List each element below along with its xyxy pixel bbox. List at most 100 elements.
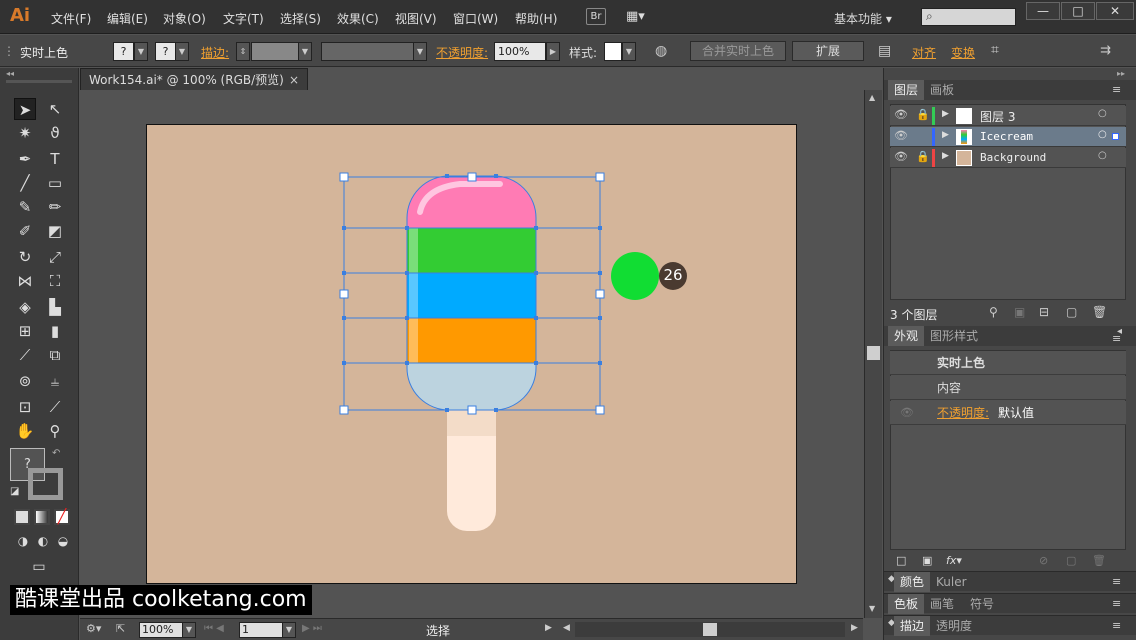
pencil-tool-icon[interactable]: ✏	[44, 196, 66, 218]
target-circle-icon[interactable]: ○	[1098, 108, 1107, 119]
eyedropper-tool-icon[interactable]: ⟋	[14, 344, 36, 366]
expand-button[interactable]: 扩展	[792, 41, 864, 61]
clipping-mask-icon[interactable]: ▣	[1014, 305, 1025, 319]
share-icon[interactable]: ⇱	[116, 622, 125, 635]
lock-icon[interactable]: 🔒	[916, 150, 930, 163]
shape-builder-tool-icon[interactable]: ◈	[14, 296, 36, 318]
add-stroke-icon[interactable]: □	[896, 554, 906, 567]
visibility-eye-icon[interactable]: 👁	[900, 401, 914, 425]
scroll-thumb[interactable]	[867, 346, 880, 360]
recolor-icon[interactable]: ◍	[655, 43, 667, 59]
draw-inside-icon[interactable]: ◒	[52, 530, 74, 552]
hscroll-left-icon[interactable]: ◀	[563, 623, 570, 633]
menu-window[interactable]: 窗口(W)	[453, 10, 498, 27]
clear-appearance-icon[interactable]: ⊘	[1039, 554, 1048, 567]
target-circle-icon[interactable]: ○	[1098, 129, 1107, 140]
expand-triangle-icon[interactable]: ▶	[942, 109, 949, 119]
menu-select[interactable]: 选择(S)	[280, 10, 321, 27]
stroke-label[interactable]: 描边:	[201, 44, 229, 61]
variable-width-field[interactable]	[321, 42, 414, 61]
scale-tool-icon[interactable]: ⤢	[44, 246, 66, 268]
tab-symbols[interactable]: 符号	[964, 594, 1000, 614]
stroke-menu-icon[interactable]: ≡	[1112, 619, 1121, 632]
align-label[interactable]: 对齐	[912, 44, 936, 61]
stroke-color-box[interactable]	[28, 468, 63, 500]
document-tab[interactable]: Work154.ai* @ 100% (RGB/预览) ×	[80, 68, 308, 90]
transform-label[interactable]: 变换	[951, 44, 975, 61]
view-icon[interactable]: ⚙▾	[86, 622, 101, 635]
layer-name[interactable]: Background	[980, 151, 1046, 164]
control-menu-icon[interactable]: ⇉	[1100, 43, 1111, 58]
perspective-grid-tool-icon[interactable]: ▙	[44, 296, 66, 318]
free-transform-tool-icon[interactable]: ⛶	[44, 270, 66, 292]
swap-colors-icon[interactable]: ↶	[52, 448, 60, 459]
close-tab-icon[interactable]: ×	[289, 69, 299, 91]
menu-edit[interactable]: 编辑(E)	[107, 10, 148, 27]
appearance-menu-icon[interactable]: ≡	[1112, 332, 1121, 345]
duplicate-item-icon[interactable]: ▢	[1066, 554, 1076, 567]
tab-stroke[interactable]: 描边	[894, 616, 931, 636]
close-button[interactable]: ✕	[1096, 2, 1134, 20]
status-menu-icon[interactable]: ▶	[545, 623, 552, 633]
layer-row[interactable]: 👁 🔒 ▶ Background ○	[890, 148, 1126, 168]
tab-artboards[interactable]: 画板	[924, 80, 960, 100]
tab-appearance[interactable]: 外观	[888, 326, 925, 346]
tab-swatches[interactable]: 色板	[888, 594, 925, 614]
visibility-eye-icon[interactable]: 👁	[894, 129, 908, 142]
artboard[interactable]	[146, 124, 797, 584]
slice-tool-icon[interactable]: ⟋	[44, 396, 66, 418]
selection-tool-icon[interactable]: ➤	[14, 98, 36, 120]
opacity-label[interactable]: 不透明度:	[436, 44, 488, 61]
selection-indicator[interactable]	[1112, 133, 1119, 140]
fill-dropdown[interactable]: ▼	[134, 42, 148, 61]
document-setup-icon[interactable]: ▤	[878, 43, 891, 59]
opacity-field[interactable]: 100%	[494, 42, 546, 61]
search-input[interactable]: ⌕	[921, 8, 1016, 26]
expand-triangle-icon[interactable]: ▶	[942, 151, 949, 161]
layer-row[interactable]: 👁 ▶ Icecream ○	[890, 127, 1126, 147]
zoom-tool-icon[interactable]: ⚲	[44, 420, 66, 442]
minimize-button[interactable]: —	[1026, 2, 1060, 20]
screen-mode-icon[interactable]: ▭	[28, 556, 50, 578]
style-dropdown[interactable]: ▼	[622, 42, 636, 61]
rotate-tool-icon[interactable]: ↻	[14, 246, 36, 268]
arrange-documents-icon[interactable]: ▦▾	[626, 9, 652, 24]
pen-tool-icon[interactable]: ✒	[14, 148, 36, 170]
blob-brush-tool-icon[interactable]: ✐	[14, 220, 36, 242]
stroke-weight-dropdown[interactable]: ▼	[298, 42, 312, 61]
lasso-tool-icon[interactable]: ϑ	[44, 122, 66, 144]
paintbrush-tool-icon[interactable]: ✎	[14, 196, 36, 218]
hscroll-right-icon[interactable]: ▶	[851, 623, 858, 633]
workspace-switcher[interactable]: 基本功能 ▾	[834, 10, 892, 27]
tab-layers[interactable]: 图层	[888, 80, 925, 100]
style-swatch[interactable]	[604, 42, 622, 61]
swatches-menu-icon[interactable]: ≡	[1112, 597, 1121, 610]
hand-tool-icon[interactable]: ✋	[14, 420, 36, 442]
stroke-swatch[interactable]: ?	[155, 42, 176, 61]
delete-item-icon[interactable]: 🗑	[1092, 554, 1106, 567]
merge-live-paint-button[interactable]: 合并实时上色	[690, 41, 786, 61]
new-sublayer-icon[interactable]: ⊟	[1039, 305, 1049, 319]
zoom-field[interactable]: 100%	[139, 622, 183, 638]
appearance-title-row[interactable]: 实时上色	[890, 351, 1126, 375]
add-effect-icon[interactable]: fx▾	[946, 554, 962, 567]
fill-swatch[interactable]: ?	[113, 42, 134, 61]
tab-graphic-styles[interactable]: 图形样式	[924, 326, 984, 346]
tab-transparency[interactable]: 透明度	[930, 616, 978, 636]
opacity-dropdown[interactable]: ▶	[546, 42, 560, 61]
add-fill-icon[interactable]: ▣	[922, 554, 932, 567]
scroll-up-icon[interactable]: ▲	[869, 93, 875, 102]
first-page-icon[interactable]: ⏮ ◀	[204, 623, 224, 634]
visibility-eye-icon[interactable]: 👁	[894, 150, 908, 163]
draw-behind-icon[interactable]: ◐	[32, 530, 54, 552]
delete-layer-icon[interactable]: 🗑	[1092, 305, 1107, 319]
bridge-button[interactable]: Br	[586, 8, 606, 25]
tab-color[interactable]: 颜色	[894, 572, 931, 592]
vertical-scrollbar[interactable]: ▲ ▼	[864, 90, 882, 618]
mesh-tool-icon[interactable]: ⊞	[14, 320, 36, 342]
menu-type[interactable]: 文字(T)	[223, 10, 264, 27]
layer-name[interactable]: 图层 3	[980, 108, 1015, 125]
visibility-eye-icon[interactable]: 👁	[894, 108, 908, 121]
hscroll-thumb[interactable]	[703, 623, 717, 636]
page-dropdown[interactable]: ▼	[282, 622, 296, 638]
